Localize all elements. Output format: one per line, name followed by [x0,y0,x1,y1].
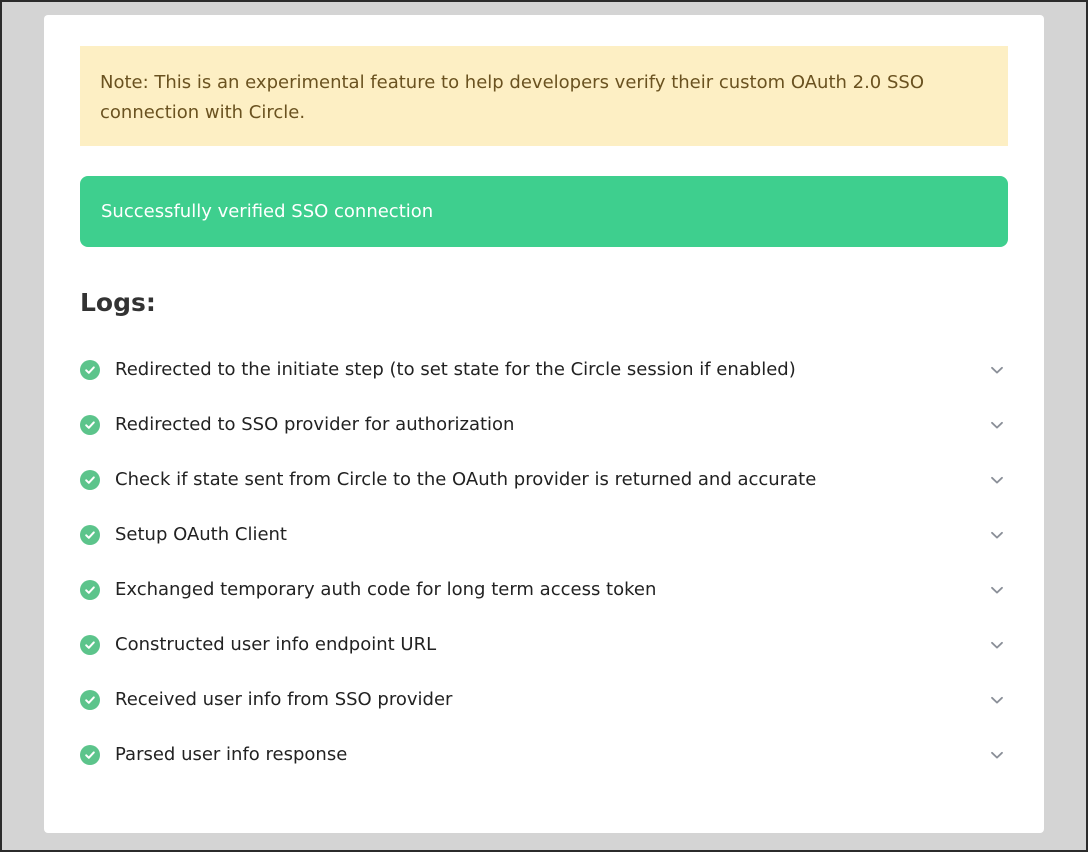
chevron-down-icon[interactable] [987,525,1007,545]
experimental-note-banner: Note: This is an experimental feature to… [80,46,1008,146]
log-item-label: Constructed user info endpoint URL [115,634,437,655]
success-alert: Successfully verified SSO connection [80,176,1008,247]
sso-verification-card: Note: This is an experimental feature to… [44,15,1044,833]
chevron-down-icon[interactable] [987,415,1007,435]
log-item[interactable]: Exchanged temporary auth code for long t… [80,562,1008,617]
logs-list: Redirected to the initiate step (to set … [80,342,1008,782]
logs-heading: Logs: [80,288,156,317]
log-item[interactable]: Received user info from SSO provider [80,672,1008,727]
success-text: Successfully verified SSO connection [101,201,434,222]
check-circle-icon [80,524,100,545]
check-circle-icon [80,359,100,380]
log-item[interactable]: Check if state sent from Circle to the O… [80,452,1008,507]
log-item-label: Exchanged temporary auth code for long t… [115,579,657,600]
check-circle-icon [80,579,100,600]
chevron-down-icon[interactable] [987,360,1007,380]
log-item-label: Redirected to the initiate step (to set … [115,359,796,380]
chevron-down-icon[interactable] [987,580,1007,600]
log-item-label: Redirected to SSO provider for authoriza… [115,414,515,435]
chevron-down-icon[interactable] [987,690,1007,710]
log-item[interactable]: Setup OAuth Client [80,507,1008,562]
log-item[interactable]: Parsed user info response [80,727,1008,782]
check-circle-icon [80,634,100,655]
log-item-label: Parsed user info response [115,744,348,765]
note-text: Note: This is an experimental feature to… [100,72,924,123]
log-item-label: Setup OAuth Client [115,524,287,545]
log-item[interactable]: Redirected to the initiate step (to set … [80,342,1008,397]
check-circle-icon [80,744,100,765]
chevron-down-icon[interactable] [987,745,1007,765]
check-circle-icon [80,689,100,710]
chevron-down-icon[interactable] [987,470,1007,490]
log-item[interactable]: Redirected to SSO provider for authoriza… [80,397,1008,452]
check-circle-icon [80,414,100,435]
log-item-label: Check if state sent from Circle to the O… [115,469,817,490]
check-circle-icon [80,469,100,490]
log-item[interactable]: Constructed user info endpoint URL [80,617,1008,672]
log-item-label: Received user info from SSO provider [115,689,453,710]
chevron-down-icon[interactable] [987,635,1007,655]
